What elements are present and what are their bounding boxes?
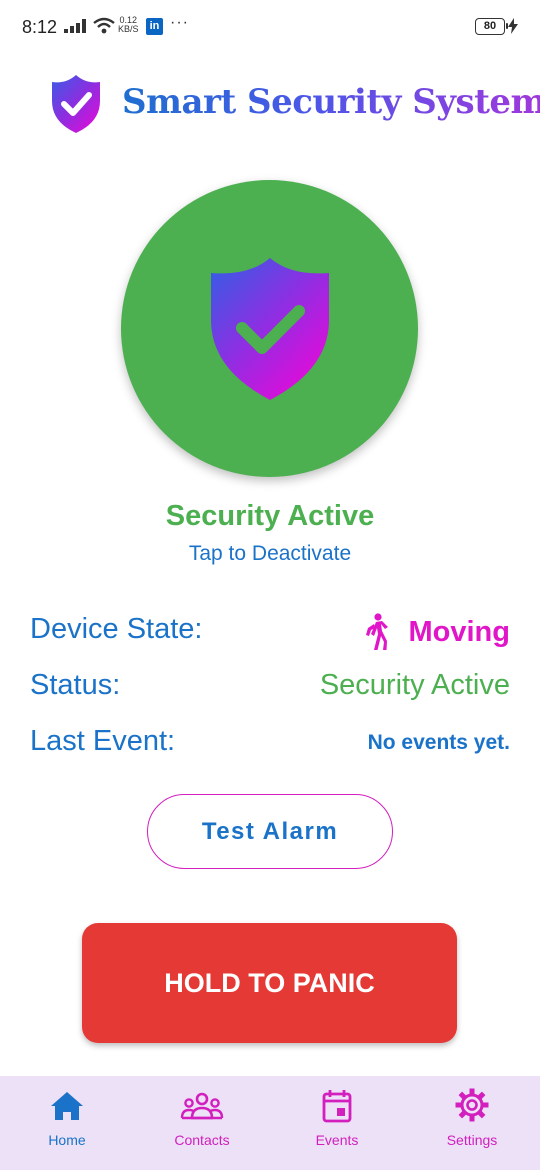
nav-home-label: Home: [48, 1132, 86, 1148]
status-value: Security Active: [319, 669, 510, 701]
test-alarm-button[interactable]: Test Alarm: [147, 794, 393, 869]
status-time: 8:12: [22, 17, 58, 37]
wifi-icon: [93, 17, 115, 34]
linkedin-notification-icon: in: [146, 18, 163, 35]
last-event-row: Last Event: No events yet.: [30, 725, 510, 765]
gear-icon: [455, 1088, 489, 1122]
battery-icon: 80: [475, 18, 508, 35]
last-event-label: Last Event:: [30, 725, 176, 757]
status-label: Status:: [30, 669, 121, 701]
last-event-value: No events yet.: [367, 731, 510, 754]
network-speed: 0.12 KB/S: [118, 16, 139, 34]
nav-home[interactable]: Home: [7, 1088, 127, 1148]
nav-contacts[interactable]: Contacts: [142, 1088, 262, 1148]
bottom-navigation: Home Contacts Events Settings: [0, 1076, 540, 1170]
charging-icon: [508, 18, 518, 34]
shield-check-icon: [210, 257, 329, 400]
security-toggle-circle[interactable]: [121, 180, 418, 477]
more-notifications-icon: ···: [170, 14, 189, 31]
nav-settings[interactable]: Settings: [412, 1088, 532, 1148]
security-status-title: Security Active: [165, 500, 375, 532]
device-state-label: Device State:: [30, 613, 203, 645]
walking-person-icon: [365, 613, 388, 650]
calendar-icon: [322, 1090, 352, 1123]
deactivate-hint[interactable]: Tap to Deactivate: [0, 542, 540, 566]
panic-button[interactable]: HOLD TO PANIC: [82, 923, 457, 1043]
speed-unit: KB/S: [118, 24, 139, 34]
device-state-value-group: Moving: [363, 613, 511, 651]
nav-contacts-label: Contacts: [174, 1132, 230, 1148]
group-icon: [180, 1092, 224, 1120]
shield-check-icon: [52, 75, 100, 133]
device-state-row: Device State: Moving: [30, 613, 510, 653]
nav-settings-label: Settings: [446, 1132, 498, 1148]
app-header: Smart Security System: [0, 70, 540, 138]
nav-events[interactable]: Events: [277, 1088, 397, 1148]
nav-events-label: Events: [315, 1132, 359, 1148]
app-title: Smart Security System: [122, 82, 540, 122]
status-row: Status: Security Active: [30, 669, 510, 709]
home-icon: [51, 1092, 83, 1120]
status-bar: 8:12 0.12 KB/S in ··· 80: [0, 0, 540, 56]
signal-icon: [64, 19, 86, 33]
device-state-value: Moving: [408, 615, 511, 648]
